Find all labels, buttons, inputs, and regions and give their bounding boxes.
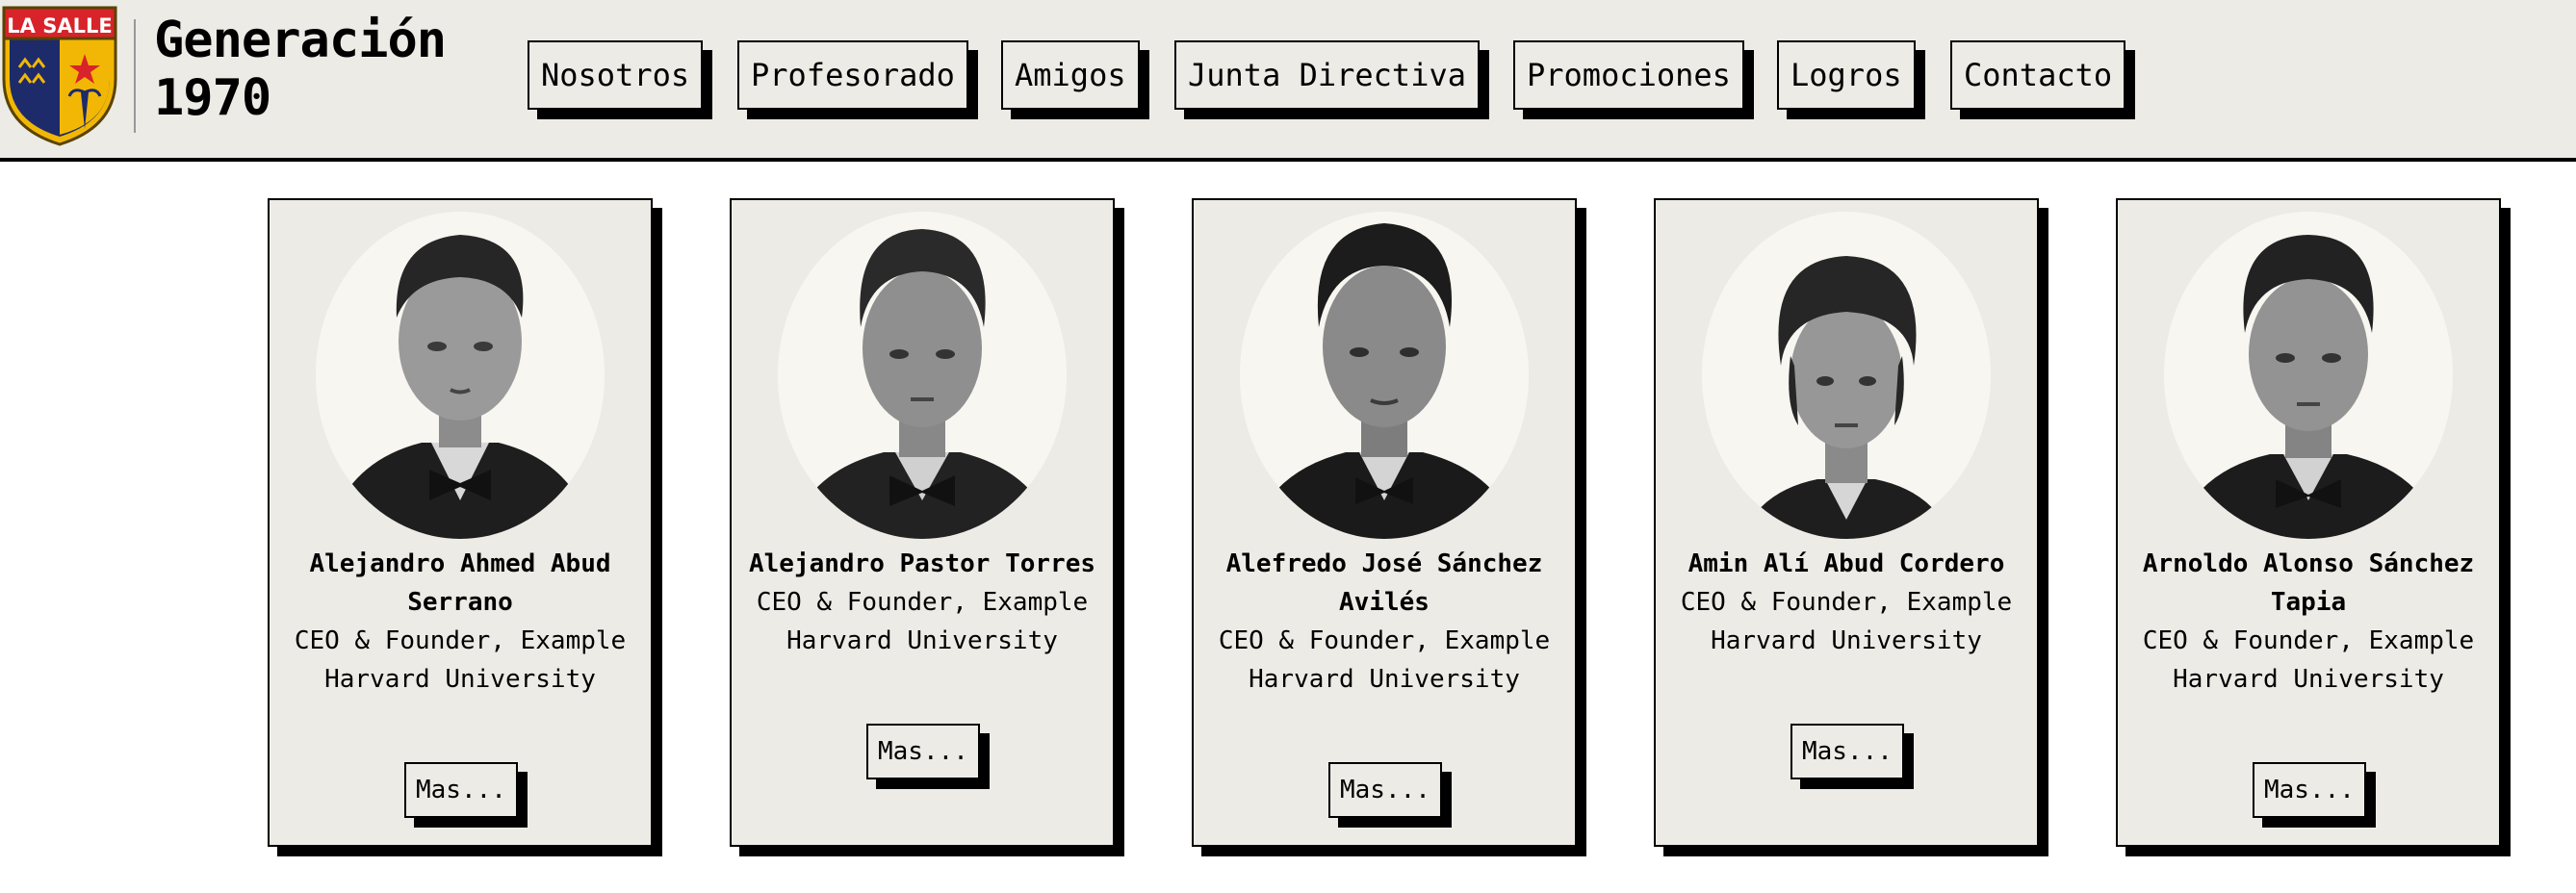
nav-junta-directiva[interactable]: Junta Directiva <box>1174 40 1480 110</box>
nav-logros[interactable]: Logros <box>1777 40 1916 110</box>
more-button[interactable]: Mas... <box>1790 724 1904 779</box>
member-school: Harvard University <box>1711 626 1982 655</box>
member-school: Harvard University <box>324 665 596 694</box>
more-button[interactable]: Mas... <box>1328 762 1442 818</box>
member-info: Amin Alí Abud Cordero CEO & Founder, Exa… <box>1665 545 2027 660</box>
site-title[interactable]: Generación 1970 <box>154 12 447 127</box>
member-photo <box>1702 212 1991 539</box>
more-button[interactable]: Mas... <box>866 724 980 779</box>
member-info: Alejandro Pastor Torres CEO & Founder, E… <box>741 545 1103 660</box>
member-info: Alejandro Ahmed Abud Serrano CEO & Found… <box>279 545 641 699</box>
member-card: Amin Alí Abud Cordero CEO & Founder, Exa… <box>1654 198 2039 847</box>
member-school: Harvard University <box>2173 665 2444 694</box>
member-card: Alefredo José Sánchez Avilés CEO & Found… <box>1192 198 1577 847</box>
member-info: Alefredo José Sánchez Avilés CEO & Found… <box>1203 545 1565 699</box>
member-name: Amin Alí Abud Cordero <box>1687 549 2005 578</box>
member-photo <box>778 212 1067 539</box>
nav-profesorado[interactable]: Profesorado <box>737 40 968 110</box>
member-school: Harvard University <box>786 626 1058 655</box>
member-photo <box>2164 212 2453 539</box>
member-role: CEO & Founder, Example <box>1680 588 2013 617</box>
member-role: CEO & Founder, Example <box>2142 626 2475 655</box>
site-title-line2: 1970 <box>154 69 271 127</box>
nav-nosotros[interactable]: Nosotros <box>528 40 704 110</box>
nav-contacto[interactable]: Contacto <box>1950 40 2126 110</box>
member-card: Alejandro Pastor Torres CEO & Founder, E… <box>730 198 1115 847</box>
header-divider <box>134 19 136 133</box>
logo-text: LA SALLE <box>7 14 112 38</box>
member-role: CEO & Founder, Example <box>294 626 627 655</box>
member-name: Alejandro Ahmed Abud Serrano <box>309 549 611 617</box>
member-role: CEO & Founder, Example <box>1218 626 1551 655</box>
member-name: Alejandro Pastor Torres <box>748 549 1096 578</box>
site-title-line1: Generación <box>154 12 447 69</box>
member-info: Arnoldo Alonso Sánchez Tapia CEO & Found… <box>2127 545 2489 699</box>
member-school: Harvard University <box>1249 665 1520 694</box>
member-name: Alefredo José Sánchez Avilés <box>1225 549 1543 617</box>
nav-amigos[interactable]: Amigos <box>1001 40 1140 110</box>
member-role: CEO & Founder, Example <box>756 588 1089 617</box>
member-photo <box>1240 212 1529 539</box>
member-name: Arnoldo Alonso Sánchez Tapia <box>2142 549 2475 617</box>
more-button[interactable]: Mas... <box>404 762 518 818</box>
member-photo <box>316 212 605 539</box>
member-card: Alejandro Ahmed Abud Serrano CEO & Found… <box>268 198 653 847</box>
more-button[interactable]: Mas... <box>2253 762 2366 818</box>
site-header: LA SALLE Generación 1970 Nosotros Profes… <box>0 0 2576 162</box>
la-salle-logo[interactable]: LA SALLE <box>0 4 119 146</box>
member-card: Arnoldo Alonso Sánchez Tapia CEO & Found… <box>2116 198 2501 847</box>
nav-promociones[interactable]: Promociones <box>1513 40 1744 110</box>
